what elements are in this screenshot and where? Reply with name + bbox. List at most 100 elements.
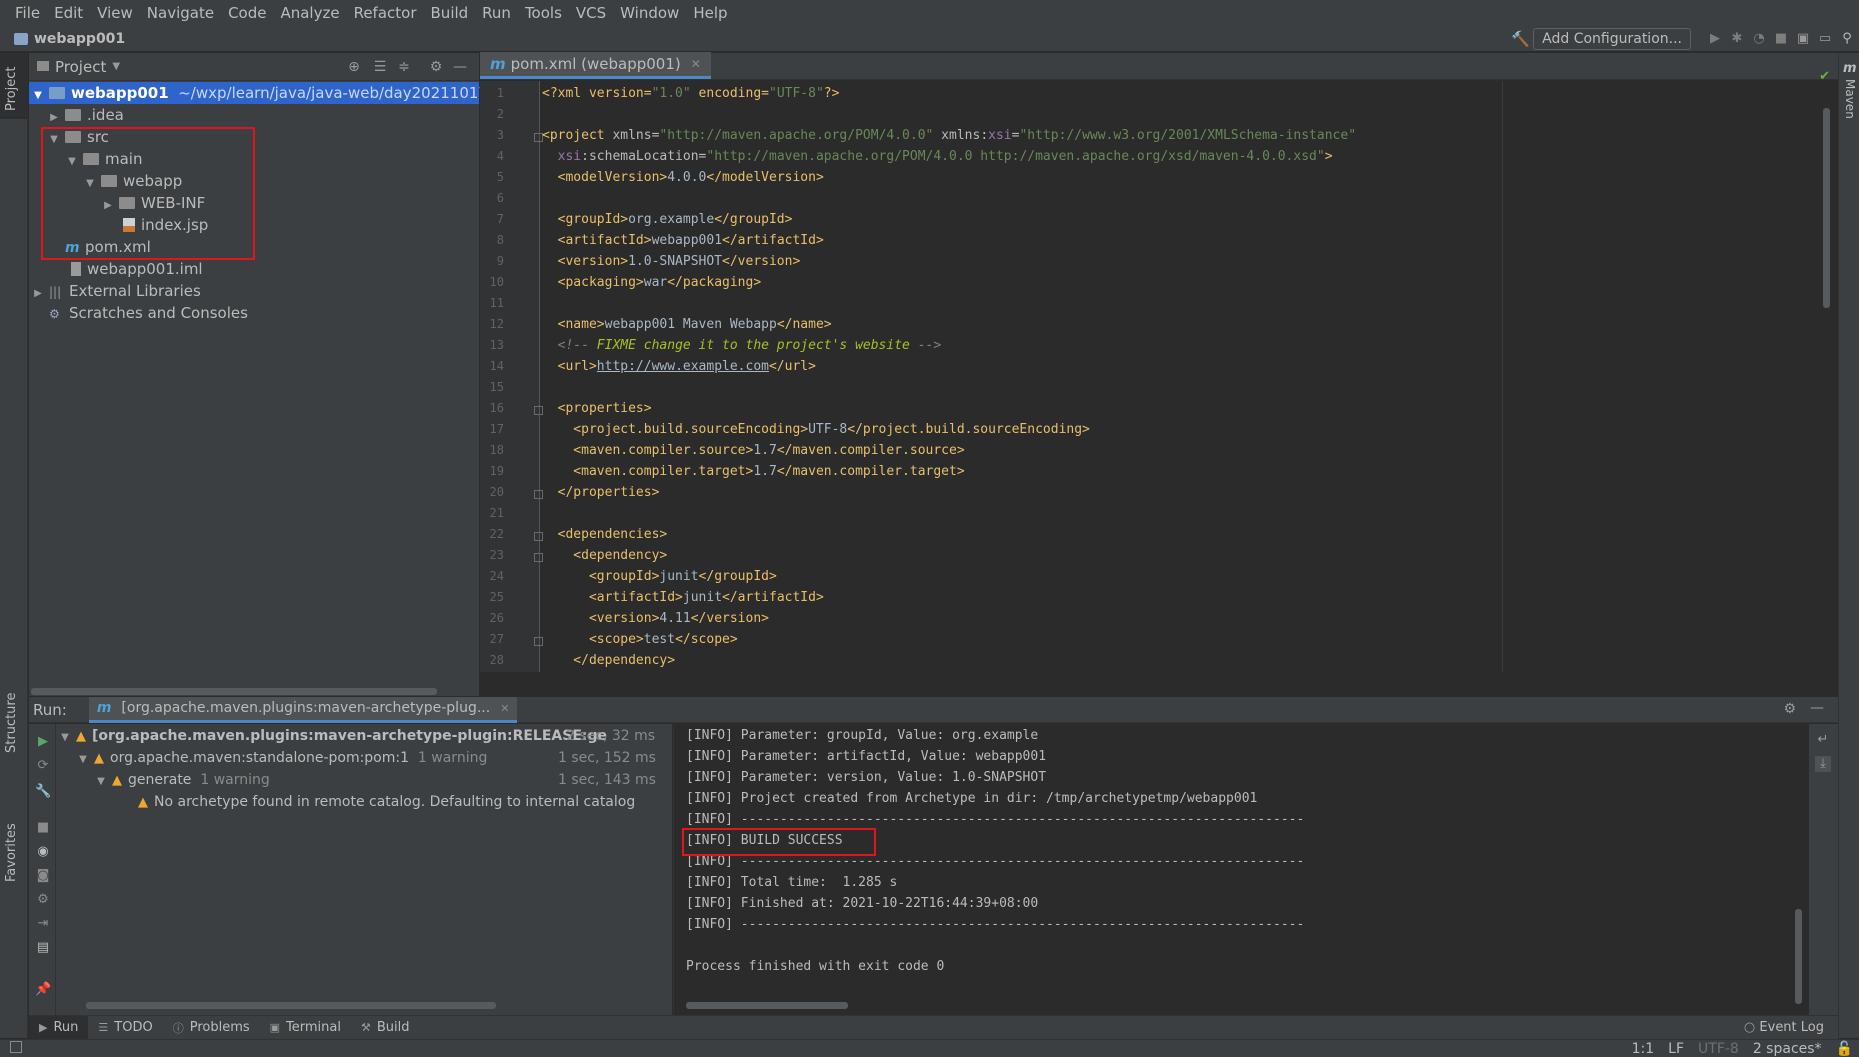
collapse-all-icon[interactable]: ≑ bbox=[395, 58, 413, 76]
layout-icon[interactable]: ▤ bbox=[35, 940, 51, 956]
code-line-14: <url>http://www.example.com</url> bbox=[542, 359, 816, 374]
horizontal-scrollbar[interactable] bbox=[86, 1002, 496, 1009]
chevron-down-icon[interactable]: ▼ bbox=[78, 749, 88, 771]
breadcrumb-project[interactable]: webapp001 bbox=[34, 31, 125, 47]
run-toolbar-top: 🔨 Add Configuration... ▶ ✱ ◔ ■ ▣ ▭ ⚲ bbox=[1511, 26, 1855, 52]
run-tree-warning-message[interactable]: ▲ No archetype found in remote catalog. D… bbox=[138, 791, 635, 813]
tab-label: Run bbox=[53, 1020, 79, 1035]
expand-all-icon[interactable]: ☰ bbox=[371, 58, 389, 76]
stop-icon[interactable]: ■ bbox=[35, 820, 51, 836]
wrench-icon[interactable]: 🔧 bbox=[35, 784, 51, 800]
favorites-tool-tab[interactable]: Favorites bbox=[4, 823, 19, 882]
tree-item-external-libraries[interactable]: ▶ ||| External Libraries bbox=[33, 280, 201, 302]
close-icon[interactable]: ✕ bbox=[691, 57, 701, 71]
build-hammer-icon[interactable]: 🔨 bbox=[1511, 31, 1530, 47]
horizontal-scrollbar[interactable] bbox=[686, 1002, 848, 1009]
stop-icon[interactable]: ■ bbox=[1773, 31, 1789, 47]
project-structure-icon[interactable]: ▣ bbox=[1795, 31, 1811, 47]
file-encoding[interactable]: UTF-8 bbox=[1698, 1040, 1739, 1057]
code-line-9: <version>1.0-SNAPSHOT</version> bbox=[542, 254, 801, 269]
horizontal-scrollbar[interactable] bbox=[31, 688, 437, 695]
add-configuration-button[interactable]: Add Configuration... bbox=[1533, 28, 1691, 50]
code-line-3: <project xmlns="http://maven.apache.org/… bbox=[542, 128, 1357, 143]
rerun-icon[interactable]: ▶ bbox=[35, 734, 51, 750]
sdk-icon[interactable]: ▭ bbox=[1817, 31, 1833, 47]
tab-terminal[interactable]: ▣ Terminal bbox=[260, 1016, 351, 1040]
menu-analyze[interactable]: Analyze bbox=[273, 0, 346, 26]
run-tree-standalone-pom[interactable]: ▼ ▲ org.apache.maven:standalone-pom:pom:1 … bbox=[78, 747, 487, 769]
menu-window[interactable]: Window bbox=[613, 0, 686, 26]
settings-icon[interactable]: ⚙ bbox=[35, 892, 51, 908]
lock-icon[interactable]: 🔓 bbox=[1836, 1040, 1853, 1057]
menu-view[interactable]: View bbox=[90, 0, 140, 26]
menu-refactor[interactable]: Refactor bbox=[347, 0, 424, 26]
chevron-down-icon[interactable]: ▼ bbox=[96, 771, 106, 793]
event-log-button[interactable]: ○ Event Log bbox=[1744, 1016, 1824, 1040]
line-number: 5 bbox=[496, 170, 504, 184]
close-icon[interactable]: ✕ bbox=[500, 702, 509, 715]
check-icon[interactable]: ✔ bbox=[1819, 69, 1830, 84]
chevron-down-icon[interactable]: ▼ bbox=[60, 727, 70, 749]
menu-code[interactable]: Code bbox=[221, 0, 273, 26]
warning-icon: ▲ bbox=[112, 773, 122, 788]
menu-run[interactable]: Run bbox=[475, 0, 518, 26]
menu-help[interactable]: Help bbox=[686, 0, 734, 26]
line-number: 2 bbox=[496, 107, 504, 121]
tab-run[interactable]: ▶ Run bbox=[29, 1015, 89, 1040]
editor-vertical-scrollbar[interactable] bbox=[1823, 108, 1830, 308]
line-number: 8 bbox=[496, 233, 504, 247]
run-icon[interactable]: ▶ bbox=[1707, 31, 1723, 47]
maven-tool-tab[interactable]: Maven bbox=[1843, 79, 1857, 119]
tab-todo[interactable]: ☰ TODO bbox=[88, 1016, 162, 1040]
locate-icon[interactable]: ⊕ bbox=[345, 58, 363, 76]
hide-icon[interactable]: — bbox=[451, 58, 469, 76]
menu-edit[interactable]: Edit bbox=[47, 0, 90, 26]
tab-label: Problems bbox=[189, 1020, 250, 1035]
line-number: 25 bbox=[489, 590, 504, 604]
right-margin-guide bbox=[1502, 81, 1503, 672]
tree-item-scratches[interactable]: ⚙ Scratches and Consoles bbox=[49, 302, 248, 324]
menu-vcs[interactable]: VCS bbox=[569, 0, 613, 26]
search-icon[interactable]: ⚲ bbox=[1839, 31, 1855, 47]
menu-build[interactable]: Build bbox=[424, 0, 476, 26]
run-tab-archetype[interactable]: m [org.apache.maven.plugins:maven-archet… bbox=[88, 696, 518, 723]
chevron-down-icon[interactable]: ▼ bbox=[33, 85, 43, 107]
tree-item-iml[interactable]: webapp001.iml bbox=[71, 258, 203, 280]
menu-navigate[interactable]: Navigate bbox=[140, 0, 221, 26]
console-vertical-scrollbar[interactable] bbox=[1795, 909, 1802, 1004]
line-separator[interactable]: LF bbox=[1668, 1040, 1684, 1057]
chevron-right-icon[interactable]: ▶ bbox=[33, 283, 43, 305]
tab-problems[interactable]: ⓘ Problems bbox=[163, 1016, 260, 1040]
tool-windows-toggle-icon[interactable] bbox=[10, 1041, 22, 1053]
chevron-down-icon[interactable]: ▼ bbox=[112, 61, 120, 72]
project-tool-tab[interactable]: Project bbox=[4, 67, 19, 111]
coverage-icon[interactable]: ◔ bbox=[1751, 31, 1767, 47]
caret-position[interactable]: 1:1 bbox=[1632, 1040, 1655, 1057]
run-tree-root[interactable]: ▼ ▲ [org.apache.maven.plugins:maven-archet… bbox=[60, 725, 607, 747]
indent-setting[interactable]: 2 spaces* bbox=[1753, 1040, 1822, 1057]
scroll-to-end-icon[interactable]: ⤓ bbox=[1815, 756, 1831, 772]
project-panel-title[interactable]: Project bbox=[55, 58, 106, 76]
status-bar-widgets: 1:1 LF UTF-8 2 spaces* 🔓 bbox=[1632, 1040, 1853, 1057]
menu-tools[interactable]: Tools bbox=[518, 0, 569, 26]
tree-item-idea[interactable]: ▶ .idea bbox=[49, 104, 124, 126]
camera-icon[interactable]: ◙ bbox=[35, 868, 51, 884]
left-tool-stripe: Project Structure Favorites bbox=[0, 53, 28, 1038]
eye-icon[interactable]: ◉ bbox=[35, 844, 51, 860]
debug-icon[interactable]: ✱ bbox=[1729, 31, 1745, 47]
run-tree-generate[interactable]: ▼ ▲ generate 1 warning bbox=[96, 769, 270, 791]
hide-icon[interactable]: — bbox=[1810, 700, 1824, 716]
tree-root-webapp001[interactable]: ▼ webapp001 ~/wxp/learn/java/java-web/day… bbox=[29, 82, 533, 107]
gear-icon[interactable]: ⚙ bbox=[1783, 701, 1796, 717]
structure-tool-tab[interactable]: Structure bbox=[4, 693, 19, 753]
tab-build[interactable]: ⚒ Build bbox=[351, 1016, 420, 1040]
soft-wrap-icon[interactable]: ↵ bbox=[1815, 732, 1831, 748]
pin-icon[interactable]: 📌 bbox=[35, 982, 51, 998]
menu-file[interactable]: File bbox=[8, 0, 47, 26]
export-icon[interactable]: ⇥ bbox=[35, 916, 51, 932]
rerun-failed-icon[interactable]: ⟳ bbox=[35, 758, 51, 774]
console-output[interactable]: [INFO] Parameter: groupId, Value: org.ex… bbox=[673, 724, 1809, 1015]
tab-pom-xml[interactable]: m pom.xml (webapp001) ✕ bbox=[480, 52, 711, 79]
gear-icon[interactable]: ⚙ bbox=[427, 58, 445, 76]
maven-icon[interactable]: m bbox=[1843, 61, 1857, 76]
